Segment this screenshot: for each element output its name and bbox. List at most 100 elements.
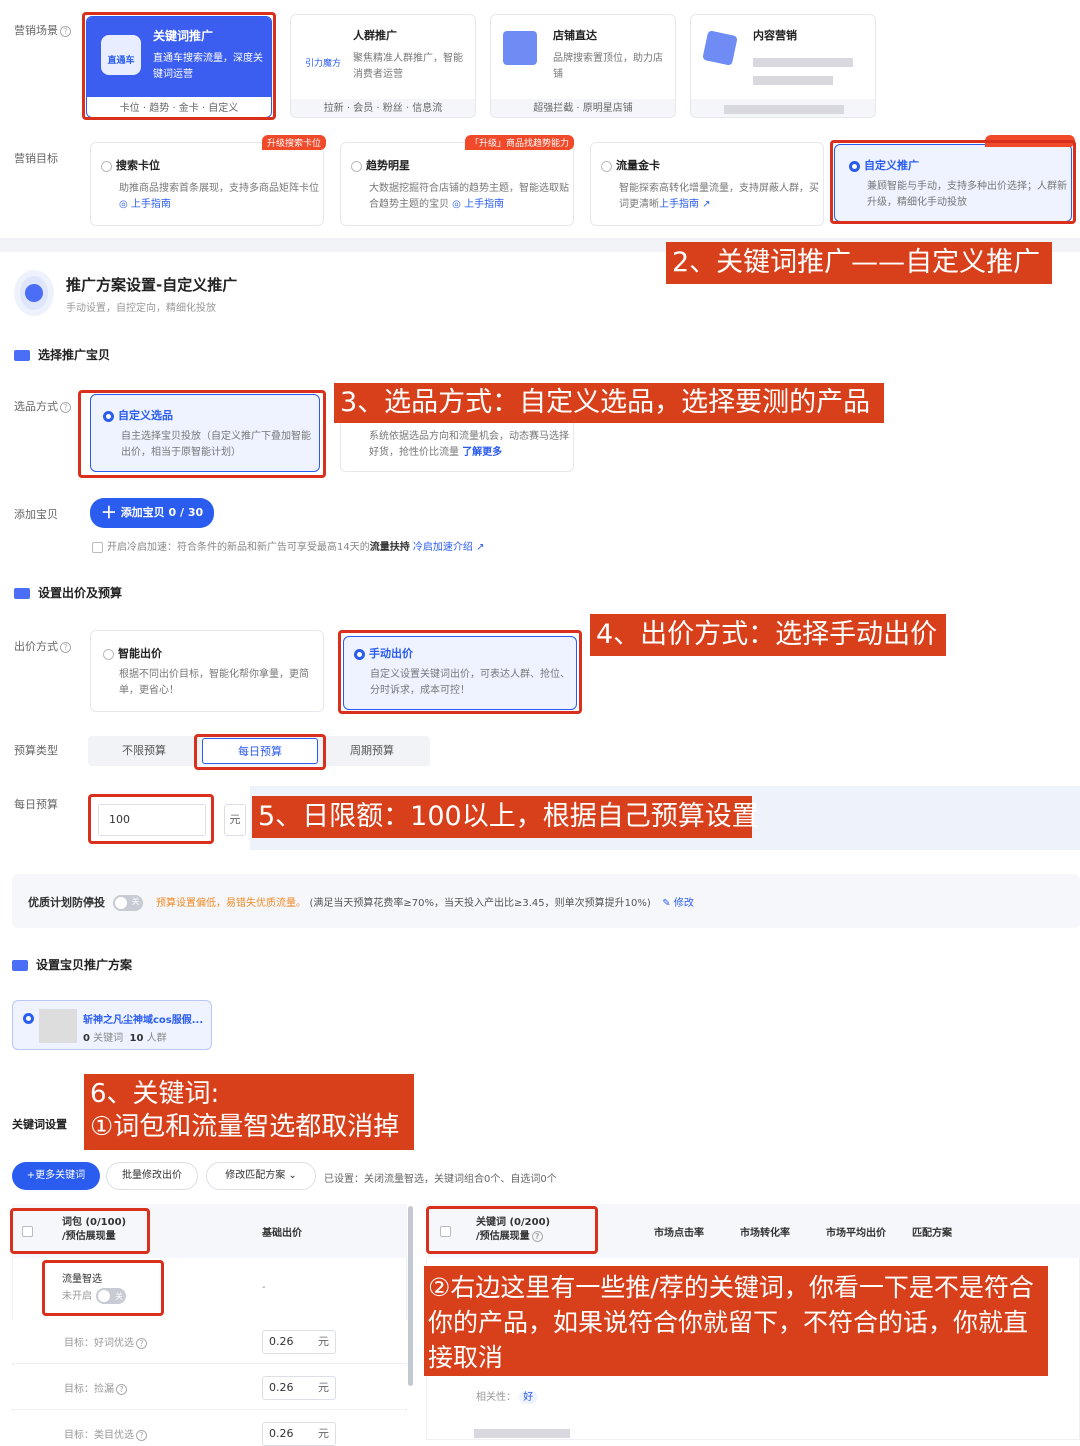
magic-cube-icon: 引力魔方 — [304, 59, 341, 69]
select-method-label: 选品方式? — [14, 398, 71, 414]
goal-card-search[interactable]: 搜索卡位 助推商品搜索首条展现，支持多商品矩阵卡位 ◎ 上手指南 — [90, 142, 324, 226]
guide-link[interactable]: ◎ 上手指南 — [449, 199, 504, 210]
add-item-button[interactable]: ＋ 添加宝贝 0 / 30 — [90, 498, 214, 528]
help-icon: ? — [136, 1337, 147, 1349]
scene-tags: 超强拦截 · 原明星店铺 — [491, 99, 675, 117]
highlight-budget-tab — [194, 734, 326, 770]
guide-link[interactable]: ◎ 上手指南 — [119, 199, 171, 210]
bid-opt-smart[interactable]: 智能出价 根据不同出价目标，智能化帮你拿量，更简单，更省心！ — [90, 630, 324, 712]
store-icon — [503, 31, 537, 65]
bid-input[interactable]: 0.26 元 — [262, 1422, 336, 1446]
col-match: 匹配方案 — [912, 1228, 952, 1239]
section-icon — [12, 960, 28, 971]
highlight-wordpack — [10, 1208, 150, 1254]
goal-desc: 智能探索高转化增量流量，支持屏蔽人群，买词更清晰 — [619, 183, 819, 210]
smart-val: - — [262, 1282, 266, 1293]
edit-link[interactable]: ✎ 修改 — [662, 898, 694, 909]
plan-subtitle: 手动设置，自控定向，精细化投放 — [66, 303, 216, 314]
blurred-keyword — [474, 1426, 570, 1440]
goal-card-trend[interactable]: 趋势明星 大数据挖掘符合店铺的趋势主题，智能选取贴合趋势主题的宝贝 ◎ 上手指南 — [340, 142, 574, 226]
help-icon: ? — [116, 1383, 127, 1395]
help-icon: ? — [136, 1429, 147, 1441]
goal-title: 搜索卡位 — [116, 159, 160, 172]
table-row: 目标：捡漏? 0.26 元 — [12, 1366, 407, 1410]
kw-status: 已设置：关闭流量智选，关键词组合0个、自选词0个 — [324, 1174, 557, 1185]
budget-type-label: 预算类型 — [14, 744, 58, 757]
batch-bid-button[interactable]: 批量修改出价 — [106, 1162, 198, 1190]
plan-icon — [14, 270, 54, 316]
bid-method-label: 出价方式? — [14, 638, 71, 654]
plus-icon: ＋ — [100, 503, 117, 522]
scene-desc: 聚焦精准人群推广，智能消费者运营 — [353, 53, 463, 80]
plan-title: 推广方案设置-自定义推广 — [66, 276, 238, 294]
goal-badge: 「升级」商品找趋势能力 — [465, 135, 575, 150]
more-keywords-button[interactable]: +更多关键词 — [12, 1162, 100, 1190]
help-icon: ? — [60, 401, 71, 413]
scene-card-audience[interactable]: 引力魔方 人群推广 聚焦精准人群推广，智能消费者运营 拉新 · 会员 · 粉丝 … — [290, 14, 476, 118]
section-icon — [14, 350, 30, 361]
col-ctr: 市场点击率 — [654, 1228, 704, 1239]
table-row: 目标：类目优选? 0.26 元 — [12, 1412, 407, 1446]
kw-settings-label: 关键词设置 — [12, 1118, 67, 1131]
radio[interactable] — [101, 160, 112, 172]
radio[interactable] — [351, 160, 362, 172]
annotation-7: ②右边这里有一些推/荐的关键词，你看一下是不是符合你的产品，如果说符合你就留下，… — [424, 1266, 1048, 1376]
scene-tags: 拉新 · 会员 · 粉丝 · 信息流 — [291, 99, 475, 117]
highlight-smart — [42, 1260, 164, 1316]
radio-selected[interactable] — [23, 1013, 34, 1024]
goal-title: 流量金卡 — [616, 159, 660, 172]
add-item-label: 添加宝贝 — [14, 508, 58, 521]
highlight-bid — [338, 630, 582, 714]
product-card[interactable]: 斩神之凡尘神域cos服假... 0 关键词 10 人群 — [12, 1000, 212, 1050]
bid-input[interactable]: 0.26 元 — [262, 1330, 336, 1354]
tab-period[interactable]: 周期预算 — [320, 736, 430, 766]
tab-unlimited[interactable]: 不限预算 — [88, 736, 200, 766]
product-thumbnail — [39, 1009, 77, 1043]
bid-opt-desc: 根据不同出价目标，智能化帮你拿量，更简单，更省心！ — [119, 669, 309, 696]
match-scheme-button[interactable]: 修改匹配方案 ⌄ — [206, 1162, 316, 1190]
quality-row: 优质计划防停投 关 预算设置偏低，易错失优质流量。 (满足当天预算花费率≥70%… — [28, 895, 694, 911]
scene-title: 店铺直达 — [553, 29, 597, 42]
help-icon: ? — [60, 25, 71, 37]
guide-link[interactable]: 上手指南 ↗ — [659, 199, 711, 210]
scene-card-content[interactable]: 内容营销 — [690, 14, 876, 118]
cold-start-link[interactable]: 冷启加速介绍 ↗ — [413, 542, 485, 553]
goal-card-gold[interactable]: 流量金卡 智能探索高转化增量流量，支持屏蔽人群，买词更清晰上手指南 ↗ — [590, 142, 824, 226]
highlight-custom — [830, 140, 1076, 224]
annotation-5: 5、日限额：100以上，根据自己预算设置 — [252, 796, 759, 838]
radio[interactable] — [103, 648, 114, 660]
section-select-product: 选择推广宝贝 — [14, 346, 110, 363]
annotation-3: 3、选品方式：自定义选品，选择要测的产品 — [334, 383, 884, 423]
goal-title: 趋势明星 — [366, 159, 410, 172]
scene-desc: 品牌搜索置顶位，助力店铺 — [553, 53, 663, 80]
annotation-2: 2、关键词推广——自定义推广 — [666, 242, 1052, 284]
cold-start-row: 开启冷启加速：符合条件的新品和新广告可享受最高14天的流量扶持 冷启加速介绍 ↗ — [92, 538, 484, 553]
quality-toggle[interactable]: 关 — [112, 895, 143, 911]
highlight-keyword — [426, 1206, 598, 1254]
highlight-scene — [82, 12, 276, 120]
scene-card-store[interactable]: 店铺直达 品牌搜索置顶位，助力店铺 超强拦截 · 原明星店铺 — [490, 14, 676, 118]
radio[interactable] — [601, 160, 612, 172]
content-icon — [702, 30, 738, 66]
scene-title: 人群推广 — [353, 29, 397, 42]
highlight-select — [78, 390, 326, 478]
chevron-down-icon: ⌄ — [288, 1170, 297, 1181]
product-stats: 0 关键词 10 人群 — [83, 1033, 167, 1044]
checkbox[interactable] — [92, 541, 103, 553]
annotation-6: 6、关键词: ①词包和流量智选都取消掉 — [84, 1074, 414, 1150]
relevance: 相关性： 好 — [476, 1388, 538, 1404]
budget-unit: 元 — [224, 804, 246, 836]
help-icon: ? — [60, 641, 71, 653]
learn-more-link[interactable]: 了解更多 — [462, 447, 502, 458]
section-icon — [14, 588, 30, 599]
goal-desc: 助推商品搜索首条展现，支持多商品矩阵卡位 — [119, 183, 319, 194]
scene-title: 内容营销 — [753, 29, 797, 42]
section-bid-budget: 设置出价及预算 — [14, 584, 122, 601]
scrollbar[interactable] — [408, 1206, 413, 1386]
col-base-bid: 基础出价 — [262, 1228, 302, 1239]
product-name: 斩神之凡尘神域cos服假... — [83, 1015, 204, 1026]
daily-budget-label: 每日预算 — [14, 798, 58, 811]
blurred-text — [753, 55, 853, 69]
bid-input[interactable]: 0.26 元 — [262, 1376, 336, 1400]
col-cvr: 市场转化率 — [740, 1228, 790, 1239]
